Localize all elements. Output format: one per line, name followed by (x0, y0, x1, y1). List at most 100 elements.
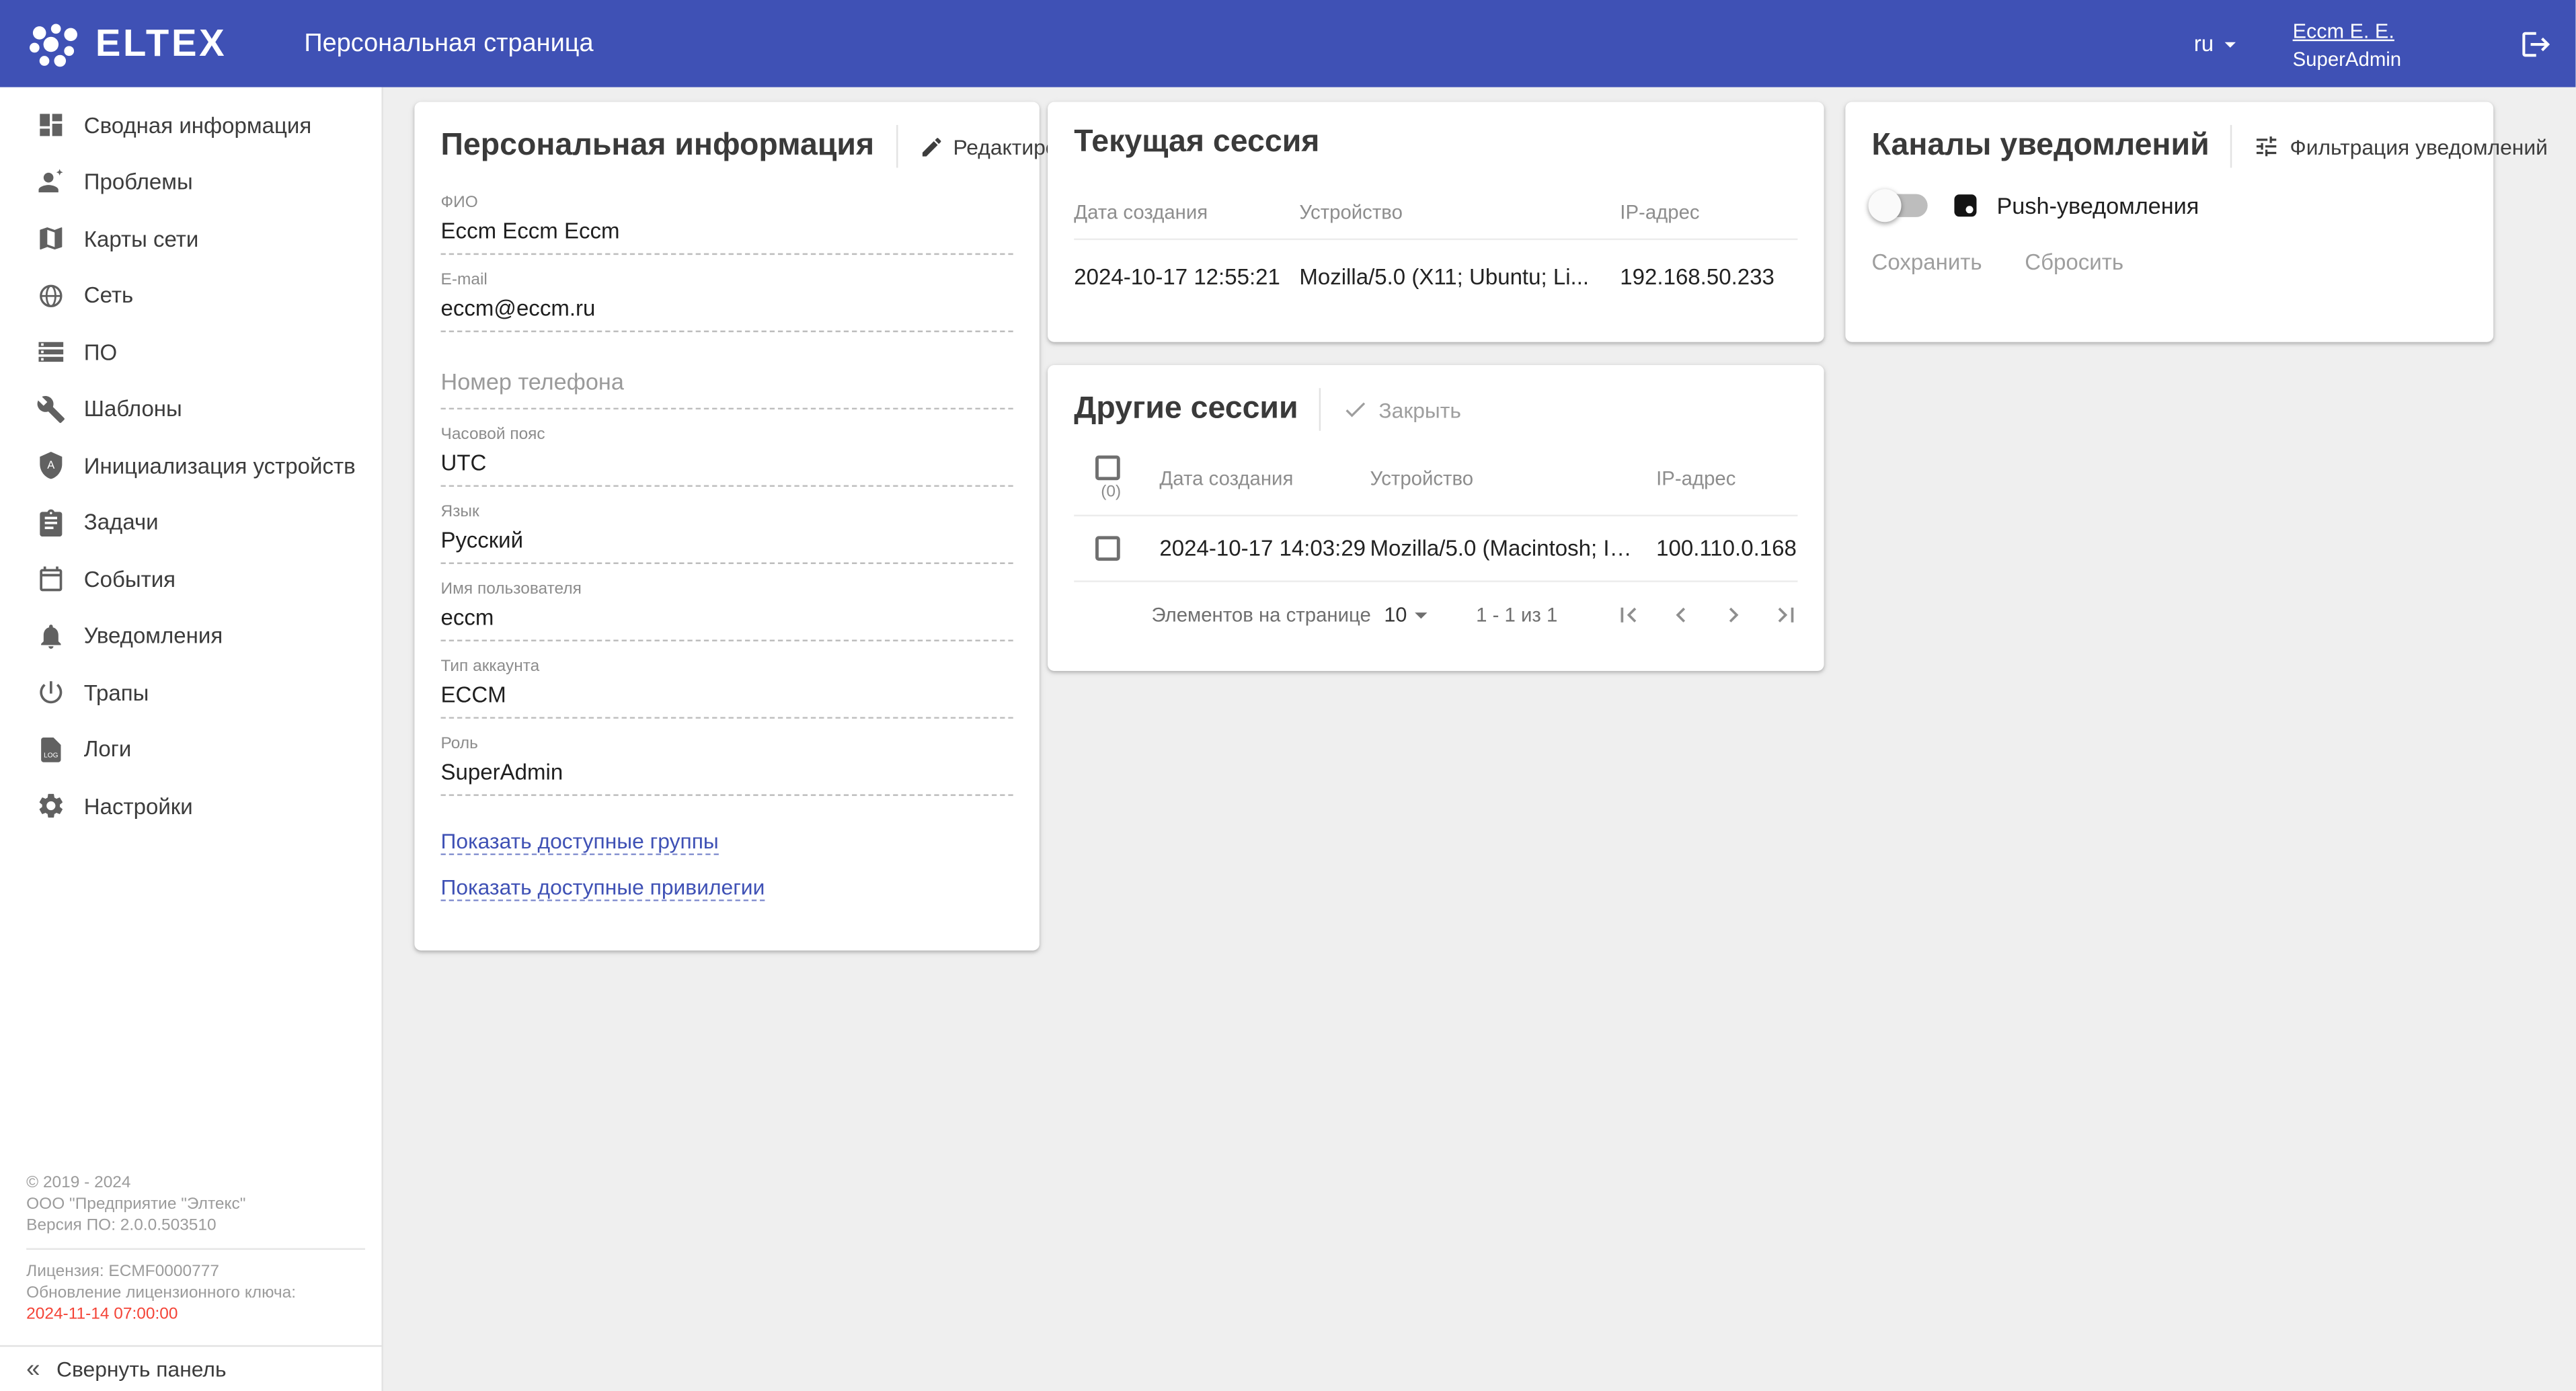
globe-icon (36, 281, 66, 311)
other-sessions-header: Другие сессии Закрыть (1048, 365, 1824, 431)
tasks-icon (36, 508, 66, 537)
license-update-label: Обновление лицензионного ключа: (26, 1283, 365, 1304)
sidebar-item-label: Проблемы (84, 170, 193, 195)
push-channel-label: Push-уведомления (1996, 192, 2199, 218)
personal-fields: ФИО Eccm Eccm Eccm E-mail eccm@eccm.ru Н… (414, 167, 1039, 795)
selected-count: (0) (1095, 483, 1126, 501)
field-role[interactable]: Роль SuperAdmin (441, 735, 1013, 796)
other-sessions-card: Другие сессии Закрыть (0) Дата создания … (1048, 365, 1824, 671)
field-label: Часовой пояс (441, 426, 1013, 444)
sidebar-item-traps[interactable]: Трапы (0, 664, 381, 721)
field-value: SuperAdmin (441, 760, 1013, 785)
double-chevron-left-icon: « (26, 1355, 40, 1384)
field-account-type[interactable]: Тип аккаунта ECCM (441, 658, 1013, 719)
sidebar-item-events[interactable]: События (0, 551, 381, 607)
language-selector[interactable]: ru (2194, 30, 2243, 56)
notification-channels-title: Каналы уведомлений (1872, 128, 2210, 165)
current-session-title: Текущая сессия (1074, 125, 1319, 161)
user-name-link[interactable]: Eccm E. E. (2293, 19, 2394, 45)
select-all-cell: (0) (1074, 454, 1159, 500)
field-phone[interactable]: Номер телефона (441, 349, 1013, 410)
first-page-button[interactable] (1614, 600, 1643, 630)
field-language[interactable]: Язык Русский (441, 503, 1013, 564)
personal-links: Показать доступные группы Показать досту… (414, 812, 1039, 920)
sidebar-item-logs[interactable]: LOG Логи (0, 721, 381, 778)
sidebar-item-label: ПО (84, 340, 117, 365)
items-per-page-label: Элементов на странице (1151, 604, 1370, 627)
show-groups-link[interactable]: Показать доступные группы (441, 830, 719, 855)
field-email[interactable]: E-mail eccm@eccm.ru (441, 272, 1013, 333)
company: ООО "Предприятие "Элтекс" (26, 1194, 365, 1216)
check-icon (1343, 396, 1369, 422)
sidebar-item-software[interactable]: ПО (0, 324, 381, 381)
field-value: UTC (441, 450, 1013, 475)
sidebar-item-problems[interactable]: Проблемы (0, 154, 381, 210)
divider (1319, 388, 1321, 431)
row-checkbox[interactable] (1095, 536, 1120, 561)
save-button[interactable]: Сохранить (1872, 250, 1982, 275)
sidebar-item-settings[interactable]: Настройки (0, 778, 381, 834)
personal-info-header: Персональная информация Редактировать (414, 102, 1039, 168)
divider (2230, 125, 2232, 168)
column-header-device: Устройство (1370, 466, 1657, 489)
chevron-down-icon (2217, 30, 2243, 56)
column-header-created: Дата создания (1159, 466, 1370, 489)
user-role: SuperAdmin (2293, 48, 2402, 73)
sidebar-item-label: Логи (84, 737, 132, 762)
other-sessions-title: Другие сессии (1074, 391, 1298, 428)
cell-ip: 192.168.50.233 (1620, 264, 1797, 289)
sidebar-item-network-maps[interactable]: Карты сети (0, 210, 381, 267)
license: Лицензия: ECMF0000777 (26, 1261, 365, 1283)
svg-text:LOG: LOG (44, 752, 58, 759)
field-fio[interactable]: ФИО Eccm Eccm Eccm (441, 194, 1013, 255)
current-session-header: Текущая сессия (1048, 102, 1824, 161)
eltex-logo: ELTEX (26, 21, 227, 67)
field-username[interactable]: Имя пользователя eccm (441, 580, 1013, 641)
push-icon (1951, 191, 1980, 221)
chevron-left-icon (1666, 600, 1696, 630)
previous-page-button[interactable] (1666, 600, 1696, 630)
tune-icon (2254, 133, 2280, 159)
logout-icon (2520, 27, 2552, 60)
sidebar-nav: Сводная информация Проблемы Карты сети (0, 87, 381, 835)
field-label: Тип аккаунта (441, 658, 1013, 676)
notification-channels-card: Каналы уведомлений Фильтрация уведомлени… (1845, 102, 2493, 342)
sidebar-item-notifications[interactable]: Уведомления (0, 608, 381, 664)
sidebar-item-label: Задачи (84, 510, 159, 535)
push-toggle[interactable] (1872, 194, 1928, 217)
svg-text:A: A (47, 459, 54, 471)
next-page-button[interactable] (1719, 600, 1748, 630)
last-page-icon (1771, 600, 1801, 630)
personal-info-card: Персональная информация Редактировать ФИ… (414, 102, 1039, 951)
field-label: Имя пользователя (441, 580, 1013, 598)
sidebar-item-templates[interactable]: Шаблоны (0, 381, 381, 437)
sidebar-item-label: Шаблоны (84, 397, 182, 422)
sidebar-footer: © 2019 - 2024 ООО "Предприятие "Элтекс" … (26, 1173, 365, 1325)
app-header: ELTEX Персональная страница ru Eccm E. E… (0, 0, 2575, 87)
sidebar-item-tasks[interactable]: Задачи (0, 494, 381, 551)
close-sessions-button[interactable]: Закрыть (1343, 396, 1461, 422)
collapse-panel-button[interactable]: « Свернуть панель (0, 1345, 381, 1391)
notification-filter-button[interactable]: Фильтрация уведомлений (2254, 133, 2548, 159)
field-timezone[interactable]: Часовой пояс UTC (441, 426, 1013, 487)
page-size-select[interactable]: 10 (1384, 600, 1436, 630)
sidebar-item-summary[interactable]: Сводная информация (0, 97, 381, 153)
notification-channels-header: Каналы уведомлений Фильтрация уведомлени… (1845, 102, 2493, 168)
reset-button[interactable]: Сбросить (2025, 250, 2123, 275)
show-privileges-link[interactable]: Показать доступные привилегии (441, 877, 765, 902)
field-placeholder: Номер телефона (441, 368, 624, 398)
field-value: Eccm Eccm Eccm (441, 218, 1013, 243)
last-page-button[interactable] (1771, 600, 1801, 630)
field-value: eccm (441, 605, 1013, 630)
user-block: Eccm E. E. SuperAdmin (2293, 15, 2402, 73)
footer-divider (26, 1248, 365, 1250)
cell-ip: 100.110.0.168 (1656, 536, 1797, 561)
sidebar-item-network[interactable]: Сеть (0, 267, 381, 323)
field-label: ФИО (441, 194, 1013, 212)
app-root: ELTEX Персональная страница ru Eccm E. E… (0, 0, 2575, 1391)
logout-button[interactable] (2520, 27, 2552, 60)
select-all-checkbox[interactable] (1095, 454, 1120, 479)
wrench-icon (36, 394, 66, 424)
gear-icon (36, 791, 66, 821)
sidebar-item-device-init[interactable]: A Инициализация устройств (0, 438, 381, 494)
